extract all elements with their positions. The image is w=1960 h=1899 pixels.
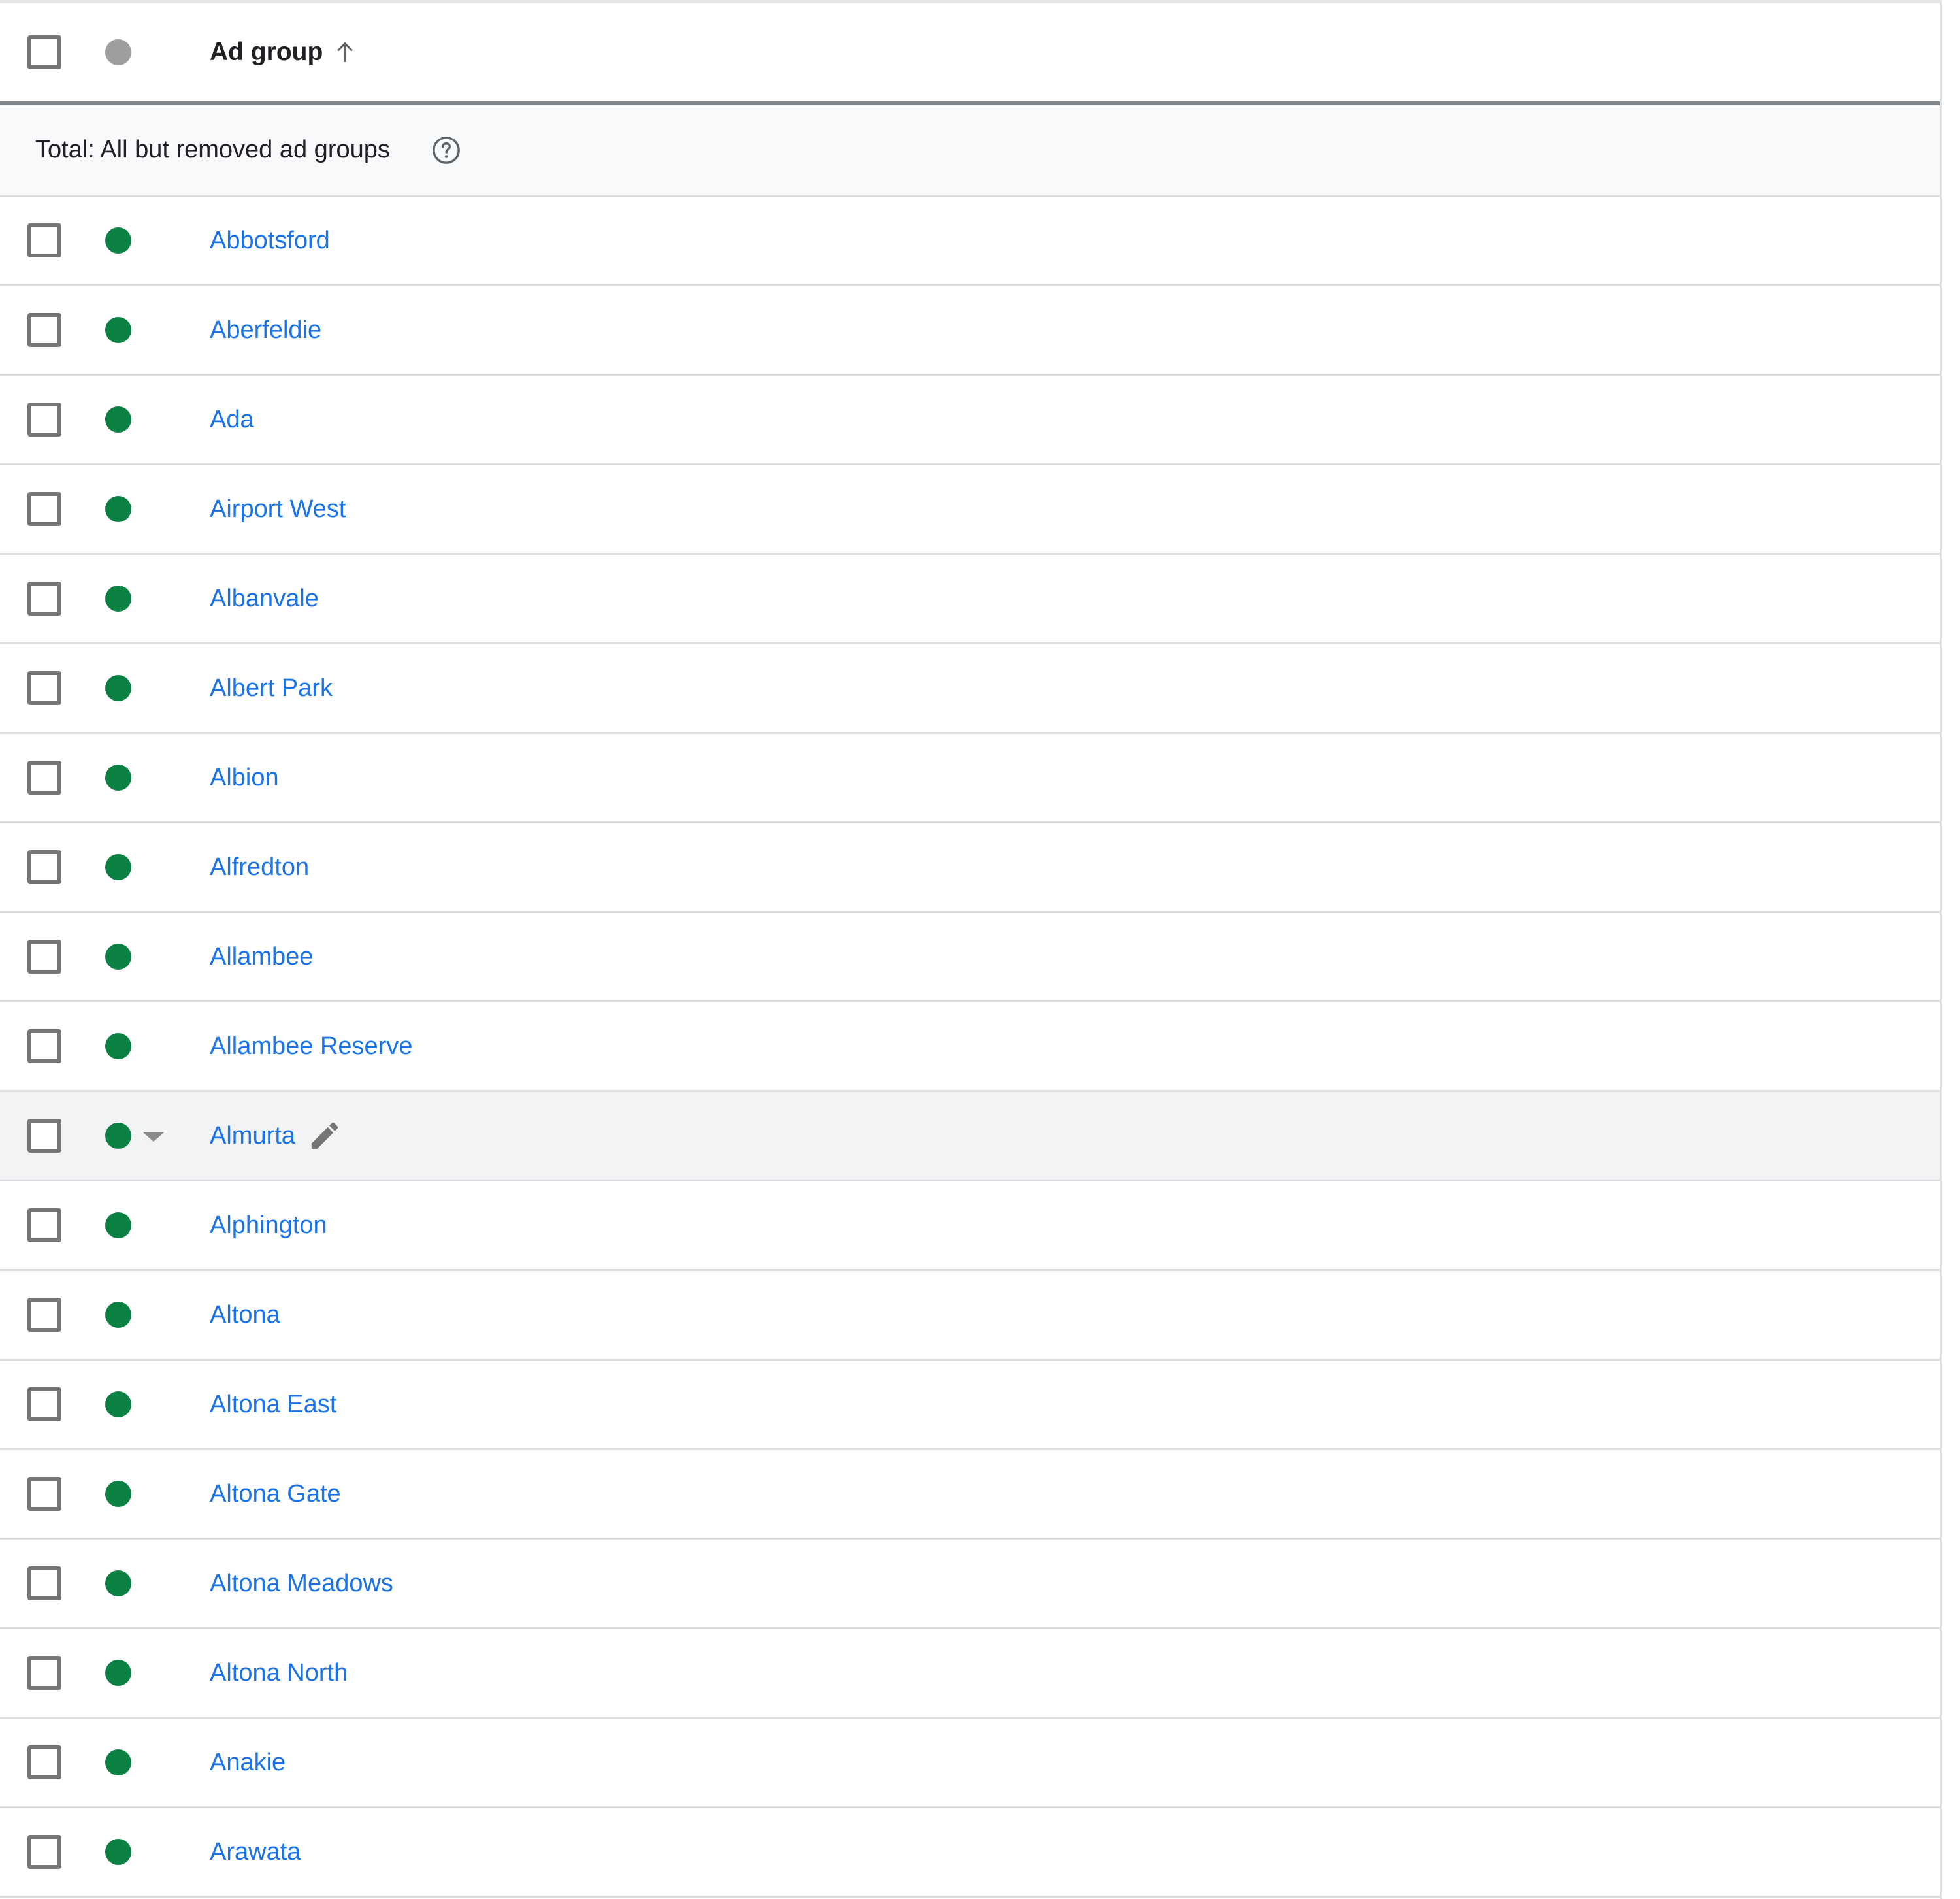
table-row: Airport West <box>0 465 1940 555</box>
status-enabled-icon[interactable] <box>105 854 131 880</box>
status-enabled-icon[interactable] <box>105 1481 131 1507</box>
status-enabled-icon[interactable] <box>105 1839 131 1865</box>
ad-groups-table: Ad group Total: All but removed ad group… <box>0 0 1942 1899</box>
status-enabled-icon[interactable] <box>105 1660 131 1686</box>
table-row: Altona North <box>0 1629 1940 1719</box>
status-enabled-icon[interactable] <box>105 1123 131 1149</box>
arrow-up-icon[interactable] <box>332 38 358 67</box>
row-checkbox[interactable] <box>27 1029 61 1063</box>
table-row: Ada <box>0 376 1940 465</box>
ad-group-name-link[interactable]: Altona Meadows <box>210 1570 393 1598</box>
status-enabled-icon[interactable] <box>105 1212 131 1238</box>
ad-group-name-link[interactable]: Ada <box>210 406 254 434</box>
row-checkbox[interactable] <box>27 671 61 705</box>
table-row: Allambee Reserve <box>0 1002 1940 1092</box>
row-checkbox[interactable] <box>27 223 61 257</box>
table-row: Aberfeldie <box>0 286 1940 376</box>
table-body: Abbotsford Aberfeldie Ada Airport West A… <box>0 197 1940 1898</box>
table-row: Altona Gate <box>0 1450 1940 1540</box>
row-checkbox[interactable] <box>27 1119 61 1153</box>
ad-group-name-link[interactable]: Aberfeldie <box>210 316 321 344</box>
ad-group-name-link[interactable]: Abbotsford <box>210 227 330 255</box>
status-enabled-icon[interactable] <box>105 586 131 612</box>
status-enabled-icon[interactable] <box>105 1302 131 1328</box>
ad-group-column-header[interactable]: Ad group <box>210 38 323 67</box>
status-enabled-icon[interactable] <box>105 317 131 343</box>
table-row: Altona <box>0 1271 1940 1361</box>
table-row: Albanvale <box>0 555 1940 644</box>
row-checkbox[interactable] <box>27 940 61 974</box>
row-checkbox[interactable] <box>27 582 61 616</box>
ad-group-name-link[interactable]: Allambee <box>210 943 313 971</box>
table-row: Albion <box>0 734 1940 823</box>
table-row: Almurta <box>0 1092 1940 1181</box>
table-header-row: Ad group <box>0 3 1940 105</box>
status-column-header-icon[interactable] <box>105 39 131 65</box>
row-checkbox[interactable] <box>27 1387 61 1421</box>
row-checkbox[interactable] <box>27 1745 61 1779</box>
help-circle-icon[interactable] <box>431 135 461 165</box>
total-label: Total: All but removed ad groups <box>35 136 390 163</box>
ad-group-name-link[interactable]: Albert Park <box>210 674 333 702</box>
row-checkbox[interactable] <box>27 492 61 526</box>
status-enabled-icon[interactable] <box>105 675 131 701</box>
table-row: Alfredton <box>0 823 1940 913</box>
ad-group-name-link[interactable]: Albion <box>210 764 279 792</box>
ad-group-name-link[interactable]: Altona East <box>210 1391 336 1419</box>
ad-group-name-link[interactable]: Allambee Reserve <box>210 1032 412 1061</box>
table-row: Abbotsford <box>0 197 1940 286</box>
table-row: Altona Meadows <box>0 1540 1940 1629</box>
ad-group-name-link[interactable]: Altona North <box>210 1659 348 1687</box>
status-enabled-icon[interactable] <box>105 1570 131 1596</box>
status-enabled-icon[interactable] <box>105 496 131 522</box>
status-enabled-icon[interactable] <box>105 1749 131 1775</box>
ad-group-name-link[interactable]: Arawata <box>210 1838 301 1866</box>
row-checkbox[interactable] <box>27 1208 61 1242</box>
status-enabled-icon[interactable] <box>105 944 131 970</box>
total-row: Total: All but removed ad groups <box>0 105 1940 197</box>
ad-group-name-link[interactable]: Almurta <box>210 1122 295 1150</box>
row-checkbox[interactable] <box>27 1566 61 1600</box>
row-checkbox[interactable] <box>27 1298 61 1332</box>
row-checkbox[interactable] <box>27 1656 61 1690</box>
table-row: Albert Park <box>0 644 1940 734</box>
table-row: Arawata <box>0 1808 1940 1898</box>
status-enabled-icon[interactable] <box>105 1033 131 1059</box>
row-checkbox[interactable] <box>27 761 61 795</box>
row-checkbox[interactable] <box>27 1835 61 1869</box>
select-all-checkbox[interactable] <box>27 35 61 69</box>
ad-group-name-link[interactable]: Alphington <box>210 1212 327 1240</box>
row-checkbox[interactable] <box>27 403 61 437</box>
table-row: Allambee <box>0 913 1940 1002</box>
pencil-edit-icon[interactable] <box>307 1118 342 1153</box>
table-row: Anakie <box>0 1719 1940 1808</box>
row-checkbox[interactable] <box>27 850 61 884</box>
status-enabled-icon[interactable] <box>105 1391 131 1417</box>
table-row: Altona East <box>0 1361 1940 1450</box>
ad-group-name-link[interactable]: Albanvale <box>210 585 319 613</box>
row-checkbox[interactable] <box>27 1477 61 1511</box>
status-enabled-icon[interactable] <box>105 765 131 791</box>
ad-group-name-link[interactable]: Airport West <box>210 495 346 523</box>
row-checkbox[interactable] <box>27 313 61 347</box>
ad-group-name-link[interactable]: Altona Gate <box>210 1480 341 1508</box>
ad-group-name-link[interactable]: Anakie <box>210 1749 286 1777</box>
ad-group-name-link[interactable]: Alfredton <box>210 853 309 882</box>
status-enabled-icon[interactable] <box>105 227 131 254</box>
status-dropdown-caret-icon[interactable] <box>142 1131 165 1142</box>
table-row: Alphington <box>0 1181 1940 1271</box>
status-enabled-icon[interactable] <box>105 406 131 433</box>
ad-group-name-link[interactable]: Altona <box>210 1301 280 1329</box>
